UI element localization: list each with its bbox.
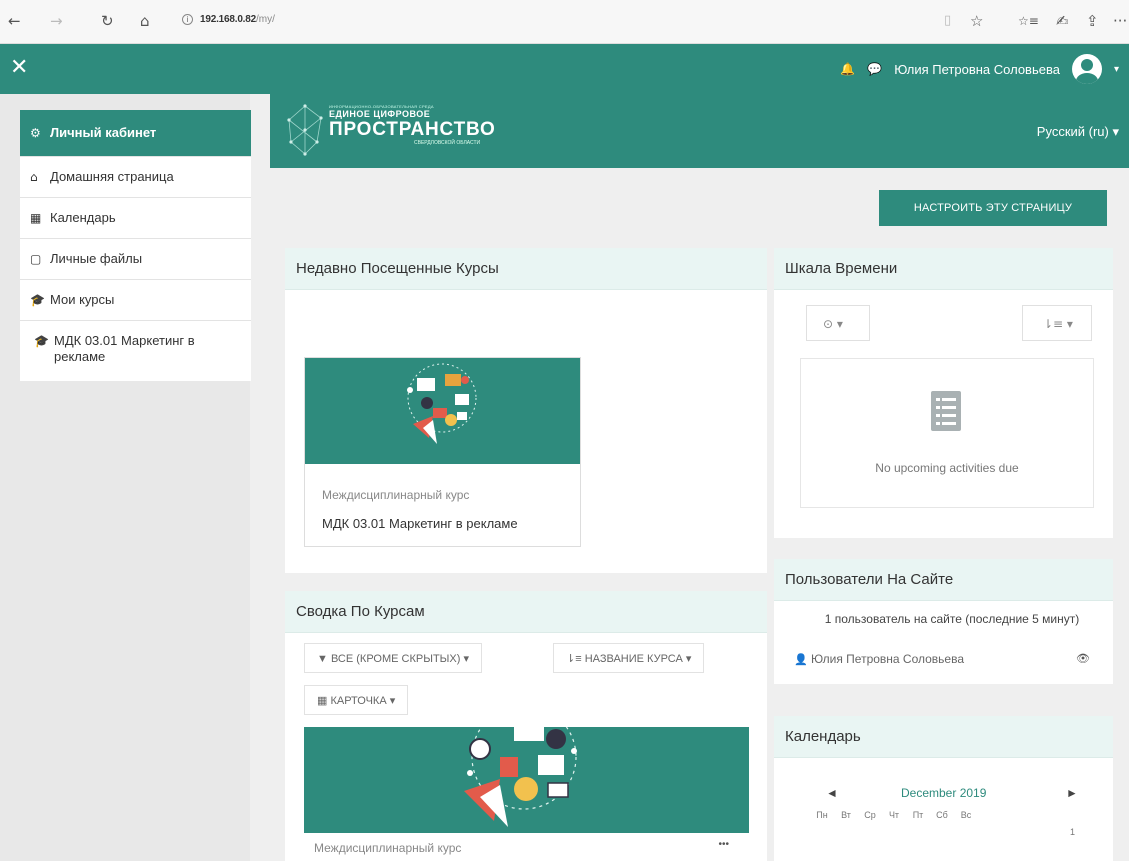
marketing-illustration-icon: [464, 727, 577, 827]
course-card[interactable]: Междисциплинарный курс •••: [304, 727, 749, 861]
logo-network-icon: [287, 104, 323, 156]
calendar-day[interactable]: 1: [1070, 827, 1075, 837]
weekday-thu: Чт: [888, 810, 900, 820]
weekday-fri: Пт: [912, 810, 924, 820]
block-title: Шкала Времени: [774, 248, 1113, 290]
sidebar-item-home[interactable]: ⌂ Домашняя страница: [20, 157, 251, 198]
home-icon[interactable]: ⌂: [140, 12, 150, 30]
calendar-block: Календарь ◄ December 2019 ► Пн Вт Ср Чт …: [774, 716, 1113, 861]
sidebar-item-label: Личные файлы: [50, 251, 143, 266]
online-user-link[interactable]: 👤 Юлия Петровна Соловьева: [794, 652, 964, 666]
sidebar-item-label: МДК 03.01 Маркетинг в рекламе: [54, 333, 195, 364]
reload-icon[interactable]: ↻: [101, 12, 114, 30]
weekday-header: Пн Вт Ср Чт Пт Сб Вс: [810, 810, 978, 820]
empty-message: No upcoming activities due: [875, 461, 1019, 475]
nav-drawer: ⚙ Личный кабинет ⌂ Домашняя страница ▦ К…: [0, 94, 251, 861]
block-title: Пользователи На Сайте: [774, 559, 1113, 601]
recent-courses-block: Недавно Посещенные Курсы Междисциплинарн…: [285, 248, 767, 573]
favorites-list-icon[interactable]: ☆≡: [1018, 12, 1039, 30]
browser-toolbar: ← → ↻ ⌂ i 192.168.0.82/my/ ▯ ☆ ☆≡ ✍ ⇪ ··…: [0, 0, 1129, 44]
weekday-sun: Вс: [960, 810, 972, 820]
calendar-icon: ▦: [30, 211, 42, 225]
logo-title-line1: ЕДИНОЕ ЦИФРОВОЕ: [329, 109, 431, 119]
course-category: Междисциплинарный курс: [322, 488, 470, 502]
graduation-cap-icon: 🎓: [34, 334, 49, 348]
url-host: 192.168.0.82: [200, 14, 256, 25]
header-banner: ИНФОРМАЦИОННО-ОБРАЗОВАТЕЛЬНАЯ СРЕДА ЕДИН…: [270, 94, 1129, 168]
timeline-filter-dropdown[interactable]: ⊙ ▾: [806, 305, 870, 341]
online-users-block: Пользователи На Сайте 1 пользователь на …: [774, 559, 1113, 684]
empty-list-icon: [931, 391, 961, 431]
marketing-illustration-icon: [407, 363, 477, 444]
top-navbar: ✕ 🔔 💬 Юлия Петровна Соловьева ▾: [0, 44, 1129, 94]
sidebar-item-my-courses[interactable]: 🎓 Мои курсы: [20, 280, 251, 321]
file-icon: ▢: [30, 252, 42, 266]
course-image: [305, 358, 580, 464]
timeline-block: Шкала Времени ⊙ ▾ ⇂≡ ▾ No upcoming activ…: [774, 248, 1113, 538]
sidebar-item-label: Домашняя страница: [50, 169, 174, 184]
course-card[interactable]: Междисциплинарный курс МДК 03.01 Маркети…: [304, 357, 581, 547]
block-title: Календарь: [774, 716, 1113, 758]
favorite-star-icon[interactable]: ☆: [970, 12, 983, 30]
bell-icon[interactable]: 🔔: [840, 62, 855, 76]
weekday-wed: Ср: [864, 810, 876, 820]
avatar[interactable]: [1071, 54, 1102, 84]
forward-icon[interactable]: →: [50, 12, 63, 30]
pen-icon[interactable]: ✍: [1056, 12, 1069, 30]
course-overview-block: Сводка По Курсам ▼ ВСЕ (КРОМЕ СКРЫТЫХ) ▾…: [285, 591, 767, 861]
user-name[interactable]: Юлия Петровна Соловьева: [894, 62, 1060, 77]
online-user-name: Юлия Петровна Соловьева: [811, 652, 965, 666]
address-bar[interactable]: i 192.168.0.82/my/: [182, 14, 275, 25]
weekday-mon: Пн: [816, 810, 828, 820]
info-icon[interactable]: i: [182, 14, 193, 25]
view-mode-dropdown[interactable]: ▦ КАРТОЧКА ▾: [304, 685, 409, 715]
block-title: Недавно Посещенные Курсы: [285, 248, 767, 290]
chat-icon[interactable]: 💬: [867, 62, 882, 76]
user-icon: 👤: [794, 653, 808, 666]
share-icon[interactable]: ⇪: [1086, 12, 1099, 30]
graduation-cap-icon: 🎓: [30, 293, 45, 307]
sidebar-item-course[interactable]: 🎓 МДК 03.01 Маркетинг в рекламе: [20, 321, 251, 381]
sort-dropdown[interactable]: ⇂≡ НАЗВАНИЕ КУРСА ▾: [553, 643, 705, 673]
timeline-sort-dropdown[interactable]: ⇂≡ ▾: [1022, 305, 1092, 341]
reading-view-icon[interactable]: ▯: [944, 12, 951, 30]
sidebar-item-label: Мои курсы: [50, 292, 115, 307]
course-image: [304, 727, 749, 833]
chevron-down-icon[interactable]: ▾: [1114, 64, 1119, 75]
logo-region: СВЕРДЛОВСКОЙ ОБЛАСТИ: [414, 140, 481, 146]
timeline-empty-state: No upcoming activities due: [800, 358, 1094, 508]
sidebar-item-label: Календарь: [50, 210, 116, 225]
eye-icon[interactable]: 👁: [1076, 652, 1090, 665]
month-label: December 2019: [901, 786, 987, 800]
course-category: Междисциплинарный курс: [314, 841, 462, 855]
user-menu-area: 🔔 💬 Юлия Петровна Соловьева ▾: [840, 44, 1119, 94]
course-name[interactable]: МДК 03.01 Маркетинг в рекламе: [322, 516, 518, 531]
close-drawer-icon[interactable]: ✕: [10, 55, 28, 81]
language-selector[interactable]: Русский (ru) ▾: [1037, 124, 1119, 140]
url-path: /my/: [256, 14, 275, 25]
sidebar-item-calendar[interactable]: ▦ Календарь: [20, 198, 251, 239]
home-icon: ⌂: [30, 170, 38, 184]
dashboard-icon: ⚙: [30, 126, 41, 140]
online-summary: 1 пользователь на сайте (последние 5 мин…: [824, 612, 1080, 626]
back-icon[interactable]: ←: [8, 12, 21, 30]
next-month-icon[interactable]: ►: [1066, 786, 1078, 800]
customize-page-button[interactable]: НАСТРОИТЬ ЭТУ СТРАНИЦУ: [879, 190, 1107, 226]
sidebar-item-files[interactable]: ▢ Личные файлы: [20, 239, 251, 280]
logo-title-line2: ПРОСТРАНСТВО: [329, 119, 496, 140]
prev-month-icon[interactable]: ◄: [826, 786, 838, 800]
more-icon[interactable]: ···: [1113, 12, 1127, 30]
sidebar-list: ⚙ Личный кабинет ⌂ Домашняя страница ▦ К…: [20, 110, 251, 381]
sidebar-item-dashboard[interactable]: ⚙ Личный кабинет: [20, 110, 251, 157]
weekday-tue: Вт: [841, 810, 851, 820]
grouping-filter-dropdown[interactable]: ▼ ВСЕ (КРОМЕ СКРЫТЫХ) ▾: [304, 643, 482, 673]
main-region: ИНФОРМАЦИОННО-ОБРАЗОВАТЕЛЬНАЯ СРЕДА ЕДИН…: [250, 94, 1129, 861]
course-menu-icon[interactable]: •••: [718, 839, 729, 850]
weekday-sat: Сб: [936, 810, 948, 820]
block-title: Сводка По Курсам: [285, 591, 767, 633]
sidebar-item-label: Личный кабинет: [50, 125, 157, 140]
